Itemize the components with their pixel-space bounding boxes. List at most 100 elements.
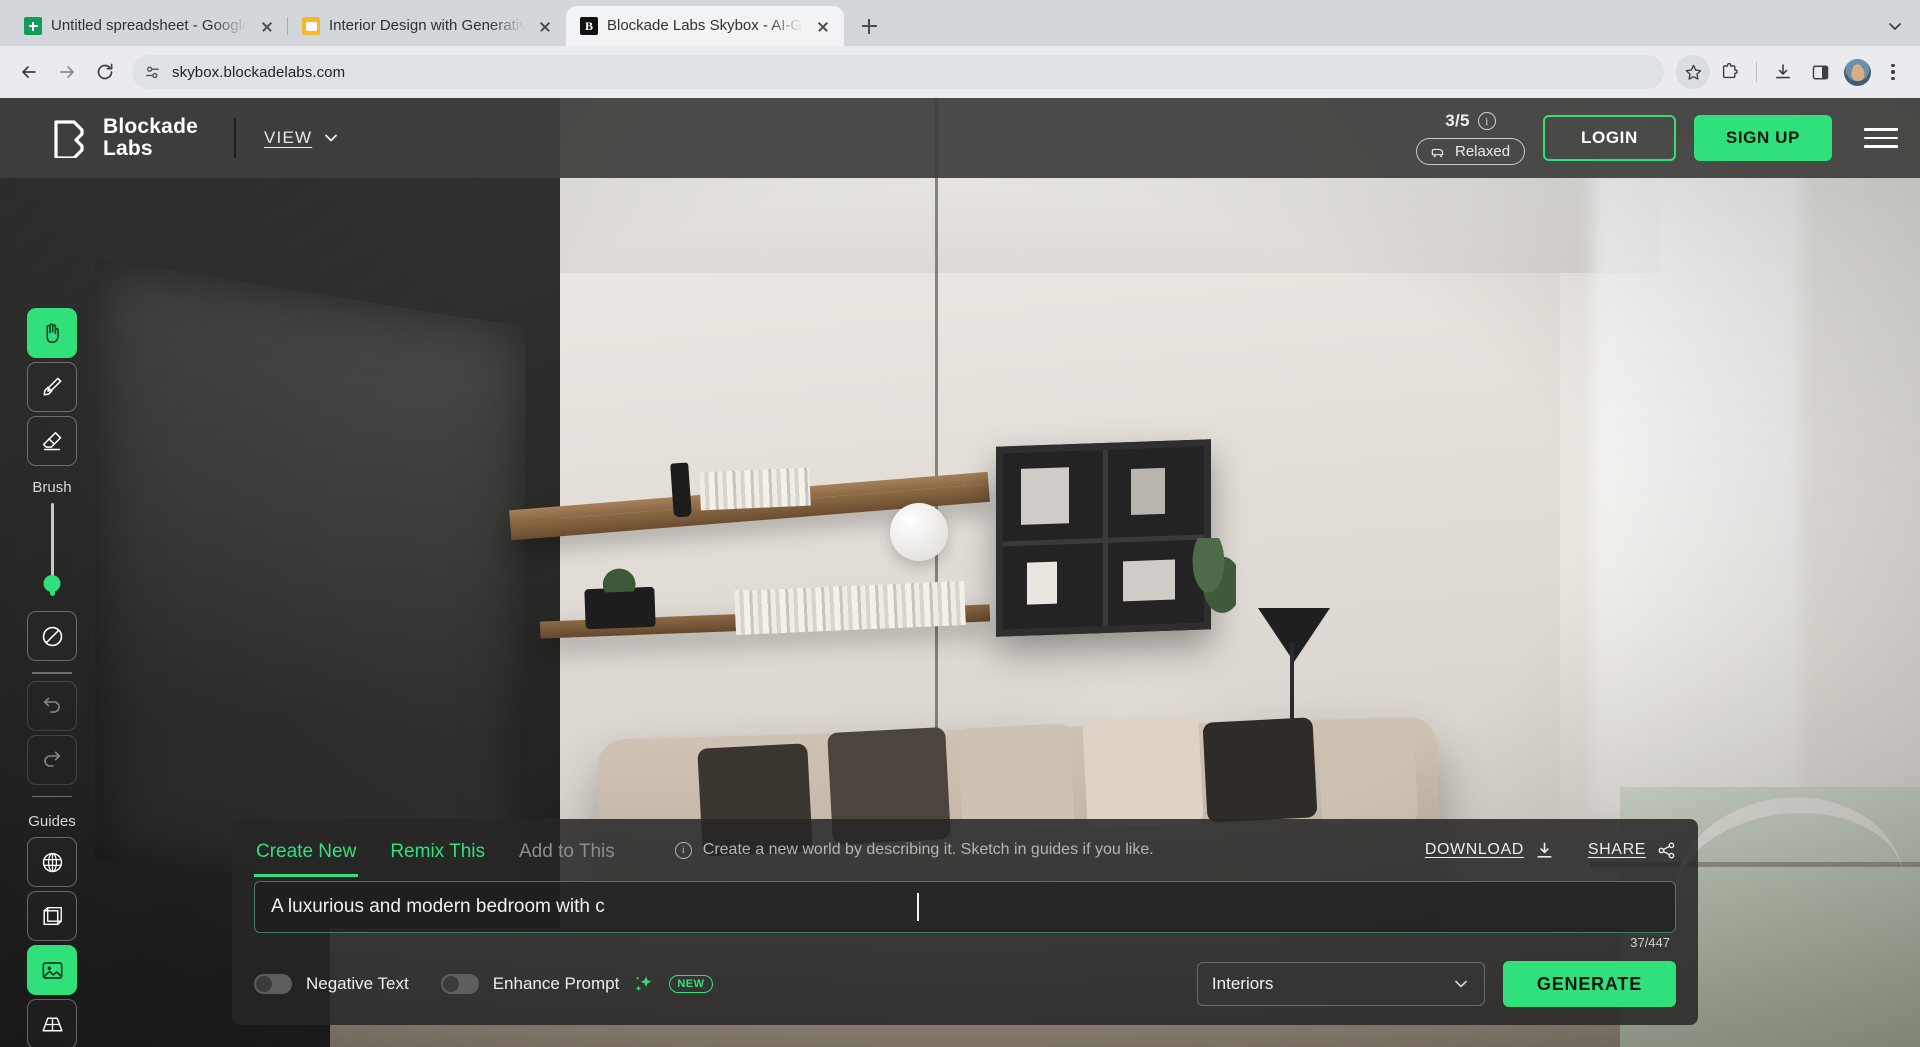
download-icon (1535, 841, 1554, 860)
browser-tab-2[interactable]: Interior Design with Generative AI (288, 6, 566, 46)
tab-remix-this[interactable]: Remix This (388, 823, 487, 877)
chevron-down-icon (1452, 975, 1470, 993)
toolbar-separator-2 (32, 796, 72, 798)
browser-tab-3[interactable]: B Blockade Labs Skybox - AI-Generated 36… (566, 6, 844, 46)
toolbar-actions (1676, 55, 1908, 89)
enhance-prompt-control: Enhance Prompt NEW (441, 973, 713, 995)
generate-button[interactable]: GENERATE (1503, 961, 1676, 1007)
brush-size-label: Brush (24, 479, 80, 496)
share-button[interactable]: SHARE (1588, 841, 1676, 860)
tab-close-icon[interactable] (256, 15, 278, 37)
panel-hint: i Create a new world by describing it. S… (675, 841, 1154, 859)
brush-size-handle[interactable] (44, 575, 61, 592)
share-label: SHARE (1588, 841, 1646, 859)
browser-tab-1[interactable]: Untitled spreadsheet - Google Sheets (10, 6, 288, 46)
prompt-panel: Create New Remix This Add to This i Crea… (232, 819, 1698, 1025)
enhance-prompt-label: Enhance Prompt (493, 974, 620, 994)
prompt-input-wrap: 37/447 (254, 881, 1676, 933)
image-icon (40, 958, 65, 983)
new-badge: NEW (669, 975, 712, 993)
skybox-app: Blockade Labs VIEW 3/5 i (0, 98, 1920, 1047)
paintbrush-icon (40, 375, 64, 399)
download-label: DOWNLOAD (1425, 841, 1524, 859)
tab-title: Interior Design with Generative AI (329, 16, 525, 36)
tab-title: Untitled spreadsheet - Google Sheets (51, 16, 247, 36)
extensions-icon[interactable] (1713, 55, 1747, 89)
forward-icon[interactable] (50, 55, 84, 89)
cube-icon (40, 904, 65, 929)
panel-controls-row: Negative Text Enhance Prompt NEW Interio… (254, 961, 1676, 1007)
profile-avatar[interactable] (1844, 59, 1871, 86)
header-actions: 3/5 i Relaxed LOGIN SIGN UP (1416, 111, 1898, 165)
panel-actions: DOWNLOAD SHARE (1425, 841, 1676, 860)
generic-yellow-icon (302, 17, 320, 35)
toolbar-separator (32, 672, 72, 674)
style-selected-value: Interiors (1212, 974, 1273, 994)
side-panel-icon[interactable] (1803, 55, 1837, 89)
downloads-icon[interactable] (1766, 55, 1800, 89)
tab-list-chevron-icon[interactable] (1880, 11, 1910, 41)
reload-icon[interactable] (88, 55, 122, 89)
toolbar-divider (1756, 62, 1757, 82)
tab-close-icon[interactable] (534, 15, 556, 37)
app-header: Blockade Labs VIEW 3/5 i (0, 98, 1920, 178)
queue-mode-badge[interactable]: Relaxed (1416, 138, 1525, 165)
queue-mode-label: Relaxed (1455, 143, 1510, 160)
hamburger-icon[interactable] (1864, 128, 1898, 148)
globe-icon (40, 850, 65, 875)
blockade-labs-logo[interactable]: Blockade Labs (50, 116, 198, 160)
info-icon[interactable]: i (1478, 112, 1496, 130)
credits-count: 3/5 (1445, 111, 1470, 131)
browser-window: Untitled spreadsheet - Google Sheets Int… (0, 0, 1920, 1047)
negative-text-label: Negative Text (306, 974, 409, 994)
undo-button[interactable] (27, 681, 77, 731)
panel-tab-row: Create New Remix This Add to This i Crea… (254, 819, 1676, 881)
info-icon: i (675, 842, 692, 859)
tab-title: Blockade Labs Skybox - AI-Generated 360 … (607, 16, 803, 36)
hand-icon (40, 321, 65, 346)
signup-button[interactable]: SIGN UP (1694, 115, 1832, 161)
clear-tool[interactable] (27, 611, 77, 661)
site-settings-icon[interactable] (144, 64, 161, 81)
prompt-input[interactable] (254, 881, 1676, 933)
download-button[interactable]: DOWNLOAD (1425, 841, 1554, 860)
header-divider (234, 118, 236, 158)
negative-text-toggle[interactable] (254, 974, 292, 994)
sparkle-icon (633, 973, 655, 995)
no-entry-icon (40, 624, 65, 649)
left-toolbar: Brush Guides (24, 308, 80, 1047)
sheets-icon (24, 17, 42, 35)
tab-strip: Untitled spreadsheet - Google Sheets Int… (0, 0, 1920, 46)
url-text: skybox.blockadelabs.com (172, 64, 345, 81)
hand-tool[interactable] (27, 308, 77, 358)
guides-label: Guides (24, 813, 80, 830)
panel-hint-text: Create a new world by describing it. Ske… (703, 841, 1154, 859)
guide-cube[interactable] (27, 891, 77, 941)
share-nodes-icon (1657, 841, 1676, 860)
tab-add-to-this[interactable]: Add to This (517, 823, 617, 877)
view-dropdown[interactable]: VIEW (264, 128, 340, 148)
view-label: VIEW (264, 128, 312, 148)
chrome-menu-icon[interactable] (1878, 55, 1908, 89)
address-bar[interactable]: skybox.blockadelabs.com (132, 55, 1664, 89)
queue-icon (1431, 146, 1447, 158)
login-button[interactable]: LOGIN (1543, 115, 1676, 161)
brush-tool[interactable] (27, 362, 77, 412)
eraser-tool[interactable] (27, 416, 77, 466)
redo-button[interactable] (27, 735, 77, 785)
tab-create-new[interactable]: Create New (254, 823, 358, 877)
guide-perspective[interactable] (27, 999, 77, 1047)
browser-toolbar: skybox.blockadelabs.com (0, 46, 1920, 98)
tab-close-icon[interactable] (812, 15, 834, 37)
guide-sphere[interactable] (27, 837, 77, 887)
style-dropdown[interactable]: Interiors (1197, 962, 1485, 1006)
back-icon[interactable] (12, 55, 46, 89)
brush-size-slider[interactable] (51, 503, 54, 593)
logo-wordmark: Blockade Labs (103, 116, 198, 160)
new-tab-button[interactable] (852, 9, 886, 43)
enhance-prompt-toggle[interactable] (441, 974, 479, 994)
guide-image[interactable] (27, 945, 77, 995)
blockade-icon: B (580, 17, 598, 35)
redo-icon (40, 748, 64, 772)
bookmark-star-icon[interactable] (1676, 55, 1710, 89)
